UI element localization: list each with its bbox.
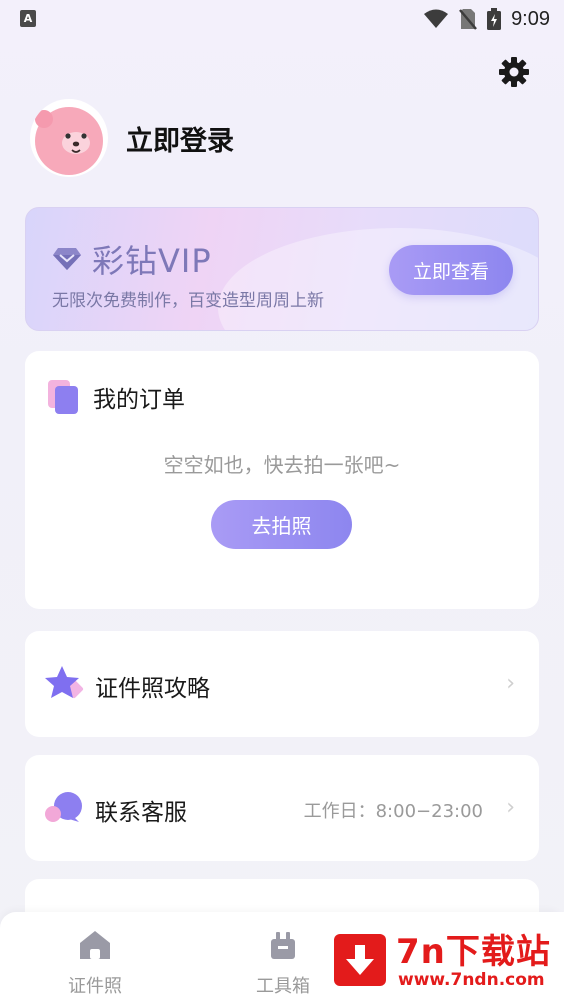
guide-label: 证件照攻略 xyxy=(95,676,210,702)
tab-label: 证件照 xyxy=(68,976,122,997)
wifi-icon xyxy=(424,9,449,28)
orders-icon xyxy=(48,380,78,414)
pink-bear-avatar-icon xyxy=(35,107,103,175)
service-hours: 工作日：8:00−23:00 xyxy=(303,801,483,822)
vip-title-text: 彩钻VIP xyxy=(92,242,212,280)
menu-item-guide[interactable]: 证件照攻略 › xyxy=(25,631,539,737)
profile-login[interactable]: 立即登录 xyxy=(30,98,234,178)
tab-toolbox[interactable]: 工具箱 xyxy=(238,930,328,998)
watermark-title: 7n下载站 xyxy=(396,932,551,972)
chevron-right-icon: › xyxy=(506,671,515,696)
gear-icon xyxy=(499,57,529,87)
chevron-right-icon: › xyxy=(506,795,515,820)
status-time: 9:09 xyxy=(511,7,550,30)
watermark-logo: 7n下载站 www.7ndn.com xyxy=(318,912,564,1002)
diamond-icon xyxy=(53,248,81,270)
orders-empty-text: 空空如也，快去拍一张吧~ xyxy=(163,453,401,477)
vip-view-button[interactable]: 立即查看 xyxy=(389,245,513,295)
notification-a-icon: A xyxy=(20,10,36,27)
take-photo-button[interactable]: 去拍照 xyxy=(211,500,352,549)
vip-title: 彩钻VIP xyxy=(52,236,212,282)
orders-card: 我的订单 空空如也，快去拍一张吧~ 去拍照 xyxy=(25,351,539,609)
home-icon xyxy=(80,931,110,959)
orders-title: 我的订单 xyxy=(93,387,185,413)
menu-item-customer-service[interactable]: 联系客服 工作日：8:00−23:00 › xyxy=(25,755,539,861)
avatar[interactable] xyxy=(30,99,108,177)
tab-label: 工具箱 xyxy=(256,976,310,997)
orders-header[interactable]: 我的订单 xyxy=(47,379,185,415)
chat-bubble-icon xyxy=(45,792,82,822)
download-arrow-icon xyxy=(334,934,386,986)
status-icons: 9:09 xyxy=(423,6,550,32)
tab-id-photo[interactable]: 证件照 xyxy=(50,930,140,998)
toolbox-icon xyxy=(271,932,295,959)
status-bar: A 9:09 xyxy=(0,0,564,40)
battery-icon xyxy=(487,8,502,30)
service-label: 联系客服 xyxy=(95,800,187,826)
vip-subtitle: 无限次免费制作，百变造型周周上新 xyxy=(52,291,324,311)
star-icon xyxy=(45,666,84,699)
login-link[interactable]: 立即登录 xyxy=(126,119,234,158)
settings-button[interactable] xyxy=(496,54,532,90)
watermark-url: www.7ndn.com xyxy=(398,970,545,990)
no-sim-icon xyxy=(459,9,478,30)
